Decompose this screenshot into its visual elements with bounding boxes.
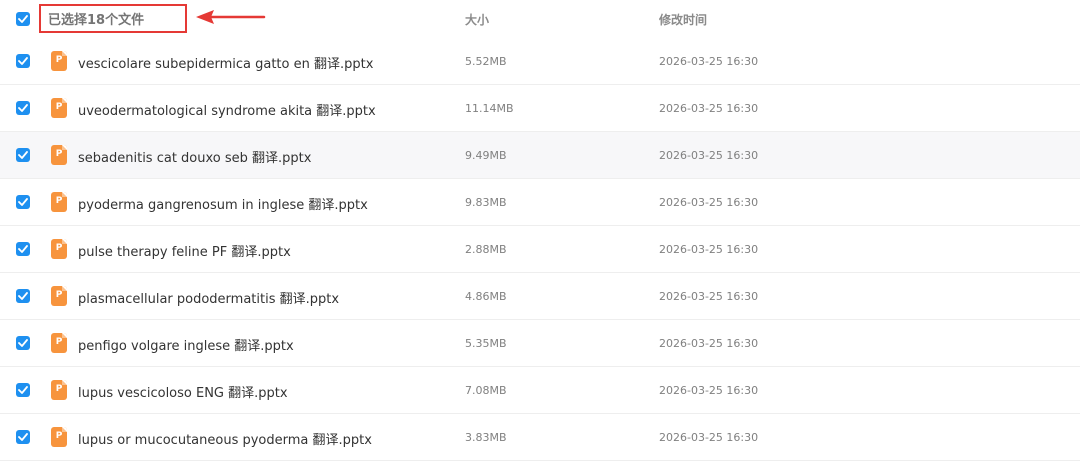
file-size: 5.35MB (465, 337, 507, 350)
file-row[interactable]: P sebadenitis cat douxo seb 翻译.pptx 9.49… (0, 132, 1080, 179)
checkmark-icon (18, 198, 28, 206)
row-checkbox[interactable] (16, 430, 30, 444)
row-checkbox[interactable] (16, 101, 30, 115)
pptx-file-icon: P (51, 145, 67, 165)
row-checkbox[interactable] (16, 195, 30, 209)
file-name[interactable]: plasmacellular pododermatitis 翻译.pptx (78, 288, 339, 307)
row-checkbox[interactable] (16, 289, 30, 303)
file-name[interactable]: sebadenitis cat douxo seb 翻译.pptx (78, 147, 311, 166)
file-modified-time: 2026-03-25 16:30 (659, 149, 759, 162)
file-row[interactable]: P lupus or mucocutaneous pyoderma 翻译.ppt… (0, 414, 1080, 461)
pptx-file-icon: P (51, 427, 67, 447)
file-size: 11.14MB (465, 102, 514, 115)
file-row[interactable]: P pyoderma gangrenosum in inglese 翻译.ppt… (0, 179, 1080, 226)
file-size: 9.83MB (465, 196, 507, 209)
checkmark-icon (18, 292, 28, 300)
file-name[interactable]: pulse therapy feline PF 翻译.pptx (78, 241, 291, 260)
column-header-size[interactable]: 大小 (465, 11, 489, 28)
column-header-modified[interactable]: 修改时间 (659, 11, 707, 28)
checkmark-icon (18, 386, 28, 394)
row-checkbox[interactable] (16, 383, 30, 397)
pptx-file-icon: P (51, 98, 67, 118)
checkmark-icon (18, 433, 28, 441)
checkmark-icon (18, 57, 28, 65)
file-row[interactable]: P plasmacellular pododermatitis 翻译.pptx … (0, 273, 1080, 320)
file-size: 9.49MB (465, 149, 507, 162)
row-checkbox[interactable] (16, 242, 30, 256)
checkmark-icon (18, 15, 28, 23)
row-checkbox[interactable] (16, 336, 30, 350)
row-checkbox[interactable] (16, 54, 30, 68)
pptx-file-icon: P (51, 51, 67, 71)
checkmark-icon (18, 104, 28, 112)
file-name[interactable]: uveodermatological syndrome akita 翻译.ppt… (78, 100, 376, 119)
file-size: 5.52MB (465, 55, 507, 68)
file-modified-time: 2026-03-25 16:30 (659, 290, 759, 303)
select-all-checkbox[interactable] (16, 12, 30, 26)
file-size: 7.08MB (465, 384, 507, 397)
annotation-arrow-icon (196, 10, 266, 24)
file-size: 4.86MB (465, 290, 507, 303)
checkmark-icon (18, 151, 28, 159)
file-row[interactable]: P pulse therapy feline PF 翻译.pptx 2.88MB… (0, 226, 1080, 273)
file-name[interactable]: penfigo volgare inglese 翻译.pptx (78, 335, 294, 354)
file-modified-time: 2026-03-25 16:30 (659, 102, 759, 115)
file-name[interactable]: pyoderma gangrenosum in inglese 翻译.pptx (78, 194, 368, 213)
row-checkbox[interactable] (16, 148, 30, 162)
pptx-file-icon: P (51, 239, 67, 259)
pptx-file-icon: P (51, 192, 67, 212)
checkmark-icon (18, 245, 28, 253)
file-name[interactable]: lupus or mucocutaneous pyoderma 翻译.pptx (78, 429, 372, 448)
pptx-file-icon: P (51, 286, 67, 306)
file-row[interactable]: P uveodermatological syndrome akita 翻译.p… (0, 85, 1080, 132)
file-row[interactable]: P lupus vescicoloso ENG 翻译.pptx 7.08MB 2… (0, 367, 1080, 414)
file-modified-time: 2026-03-25 16:30 (659, 384, 759, 397)
file-size: 3.83MB (465, 431, 507, 444)
file-modified-time: 2026-03-25 16:30 (659, 337, 759, 350)
file-row[interactable]: P vescicolare subepidermica gatto en 翻译.… (0, 38, 1080, 85)
file-modified-time: 2026-03-25 16:30 (659, 196, 759, 209)
file-modified-time: 2026-03-25 16:30 (659, 431, 759, 444)
file-modified-time: 2026-03-25 16:30 (659, 55, 759, 68)
file-modified-time: 2026-03-25 16:30 (659, 243, 759, 256)
pptx-file-icon: P (51, 333, 67, 353)
file-row[interactable]: P penfigo volgare inglese 翻译.pptx 5.35MB… (0, 320, 1080, 367)
checkmark-icon (18, 339, 28, 347)
pptx-file-icon: P (51, 380, 67, 400)
file-list: P vescicolare subepidermica gatto en 翻译.… (0, 38, 1080, 461)
file-list-header: 已选择18个文件 大小 修改时间 (0, 0, 1080, 38)
annotation-highlight-box (39, 4, 187, 33)
file-name[interactable]: lupus vescicoloso ENG 翻译.pptx (78, 382, 288, 401)
file-size: 2.88MB (465, 243, 507, 256)
file-name[interactable]: vescicolare subepidermica gatto en 翻译.pp… (78, 53, 373, 72)
